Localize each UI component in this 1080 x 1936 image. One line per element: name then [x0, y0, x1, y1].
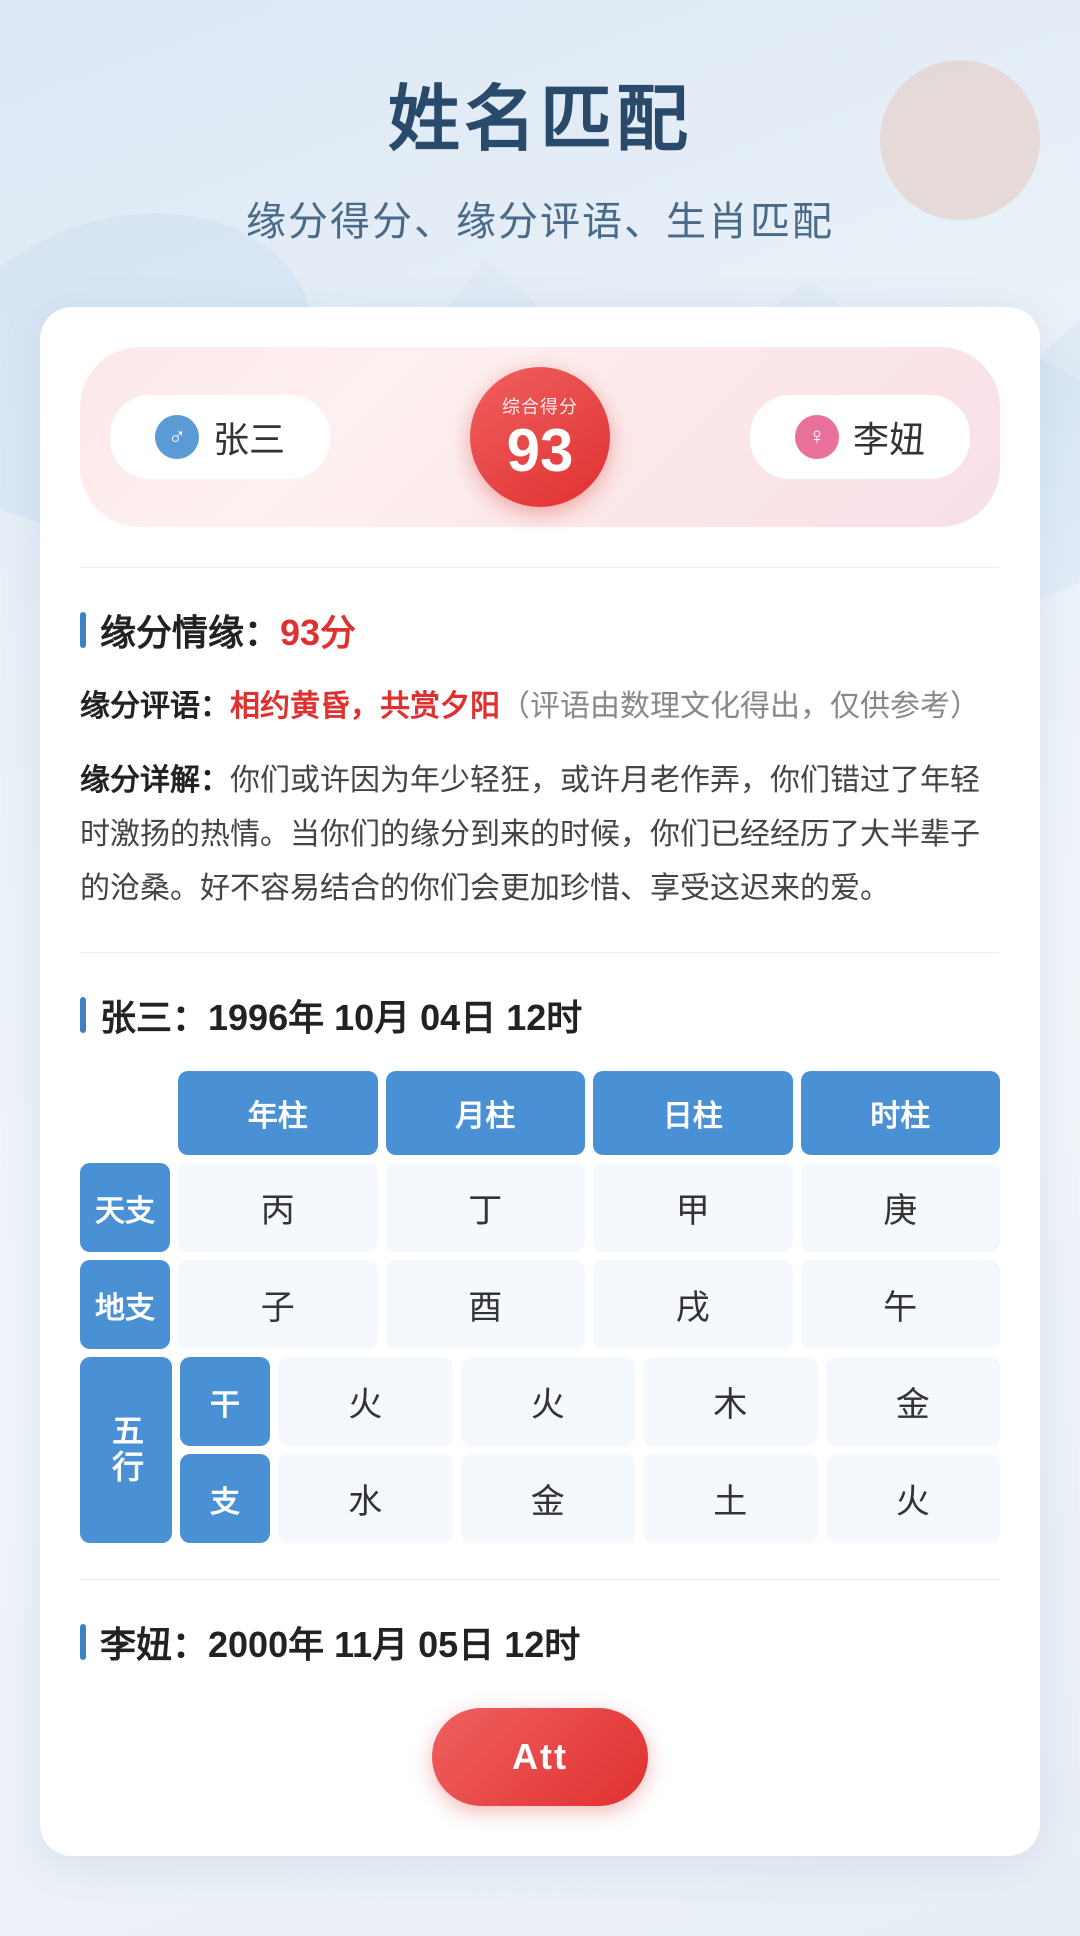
- tiangan-shi: 庚: [801, 1163, 1001, 1252]
- page-subtitle: 缘分得分、缘分评语、生肖匹配: [40, 189, 1040, 247]
- att-button[interactable]: Att: [432, 1708, 648, 1806]
- wuxing-section: 五行 干 火 火 木 金: [80, 1357, 1000, 1543]
- section-bar-3: [80, 1624, 86, 1660]
- yuanfen-header: 缘分情缘：93分: [80, 604, 1000, 656]
- score-circle: 综合得分 93: [470, 367, 610, 507]
- dizhi-nian: 子: [178, 1260, 378, 1349]
- tiangan-row: 天支 丙 丁 甲 庚: [80, 1163, 1000, 1252]
- person1-tag: ♂ 张三: [110, 395, 330, 479]
- person1-date-title: 张三：1996年 10月 04日 12时: [100, 989, 582, 1041]
- bazi-table: 年柱 月柱 日柱 时柱 天支 丙 丁 甲 庚 地支 子 酉: [80, 1071, 1000, 1543]
- col-header-nian: 年柱: [178, 1071, 378, 1155]
- wuxing-zhi-shi: 火: [826, 1454, 1001, 1543]
- wuxing-gan-yue: 火: [461, 1357, 636, 1446]
- wuxing-left-wrapper: 五行: [80, 1357, 172, 1543]
- score-label: 综合得分: [502, 393, 578, 419]
- divider-3: [80, 1579, 1000, 1580]
- page-title: 姓名匹配: [40, 60, 1040, 165]
- section-bar-2: [80, 997, 86, 1033]
- tiangan-yue: 丁: [386, 1163, 586, 1252]
- dizhi-yue: 酉: [386, 1260, 586, 1349]
- wuxing-gan-label: 干: [180, 1357, 270, 1446]
- col-header-yue: 月柱: [386, 1071, 586, 1155]
- wuxing-zhi-label: 支: [180, 1454, 270, 1543]
- person2-bazi-header: 李妞：2000年 11月 05日 12时: [80, 1616, 1000, 1668]
- wuxing-gan-nian: 火: [278, 1357, 453, 1446]
- dizhi-shi: 午: [801, 1260, 1001, 1349]
- dizhi-ri: 戌: [593, 1260, 793, 1349]
- bottom-section: Att: [80, 1708, 1000, 1806]
- tiangan-ri: 甲: [593, 1163, 793, 1252]
- wuxing-zhi-row: 支 水 金 土 火: [180, 1454, 1000, 1543]
- yuanfen-detail: 缘分详解：你们或许因为年少轻狂，或许月老作弄，你们错过了年轻时激扬的热情。当你们…: [80, 754, 1000, 916]
- person1-name: 张三: [213, 411, 285, 463]
- person2-date-title: 李妞：2000年 11月 05日 12时: [100, 1616, 580, 1668]
- female-icon: ♀: [795, 415, 839, 459]
- wuxing-zhi-ri: 土: [643, 1454, 818, 1543]
- male-icon: ♂: [155, 415, 199, 459]
- col-header-shi: 时柱: [801, 1071, 1001, 1155]
- dizhi-row: 地支 子 酉 戌 午: [80, 1260, 1000, 1349]
- wuxing-gan-row: 干 火 火 木 金: [180, 1357, 1000, 1446]
- person2-tag: ♀ 李妞: [750, 395, 970, 479]
- score-banner: ♂ 张三 综合得分 93 ♀ 李妞: [80, 347, 1000, 527]
- bazi-header-row: 年柱 月柱 日柱 时柱: [80, 1071, 1000, 1155]
- yuanfen-section: 缘分情缘：93分 缘分评语：相约黄昏，共赏夕阳（评语由数理文化得出，仅供参考） …: [80, 604, 1000, 916]
- person1-bazi-section: 张三：1996年 10月 04日 12时 年柱 月柱 日柱 时柱 天支 丙 丁: [80, 989, 1000, 1543]
- person1-bazi-header: 张三：1996年 10月 04日 12时: [80, 989, 1000, 1041]
- main-card: ♂ 张三 综合得分 93 ♀ 李妞 缘分情缘：93分: [40, 307, 1040, 1856]
- person2-bazi-section: 李妞：2000年 11月 05日 12时: [80, 1616, 1000, 1668]
- yuanfen-pinyu: 缘分评语：相约黄昏，共赏夕阳（评语由数理文化得出，仅供参考）: [80, 680, 1000, 734]
- divider-1: [80, 567, 1000, 568]
- wuxing-label-block: 五行: [80, 1357, 172, 1543]
- wuxing-gan-ri: 木: [643, 1357, 818, 1446]
- wuxing-zhi-nian: 水: [278, 1454, 453, 1543]
- yuanfen-title: 缘分情缘：93分: [100, 604, 356, 656]
- tiangan-label: 天支: [80, 1163, 170, 1252]
- person2-name: 李妞: [853, 411, 925, 463]
- wuxing-zhi-yue: 金: [461, 1454, 636, 1543]
- divider-2: [80, 952, 1000, 953]
- score-number: 93: [507, 421, 574, 481]
- tiangan-nian: 丙: [178, 1163, 378, 1252]
- col-header-ri: 日柱: [593, 1071, 793, 1155]
- wuxing-gan-shi: 金: [826, 1357, 1001, 1446]
- header-empty: [80, 1071, 170, 1155]
- wuxing-right: 干 火 火 木 金 支 水 金 土 火: [180, 1357, 1000, 1543]
- section-bar: [80, 612, 86, 648]
- dizhi-label: 地支: [80, 1260, 170, 1349]
